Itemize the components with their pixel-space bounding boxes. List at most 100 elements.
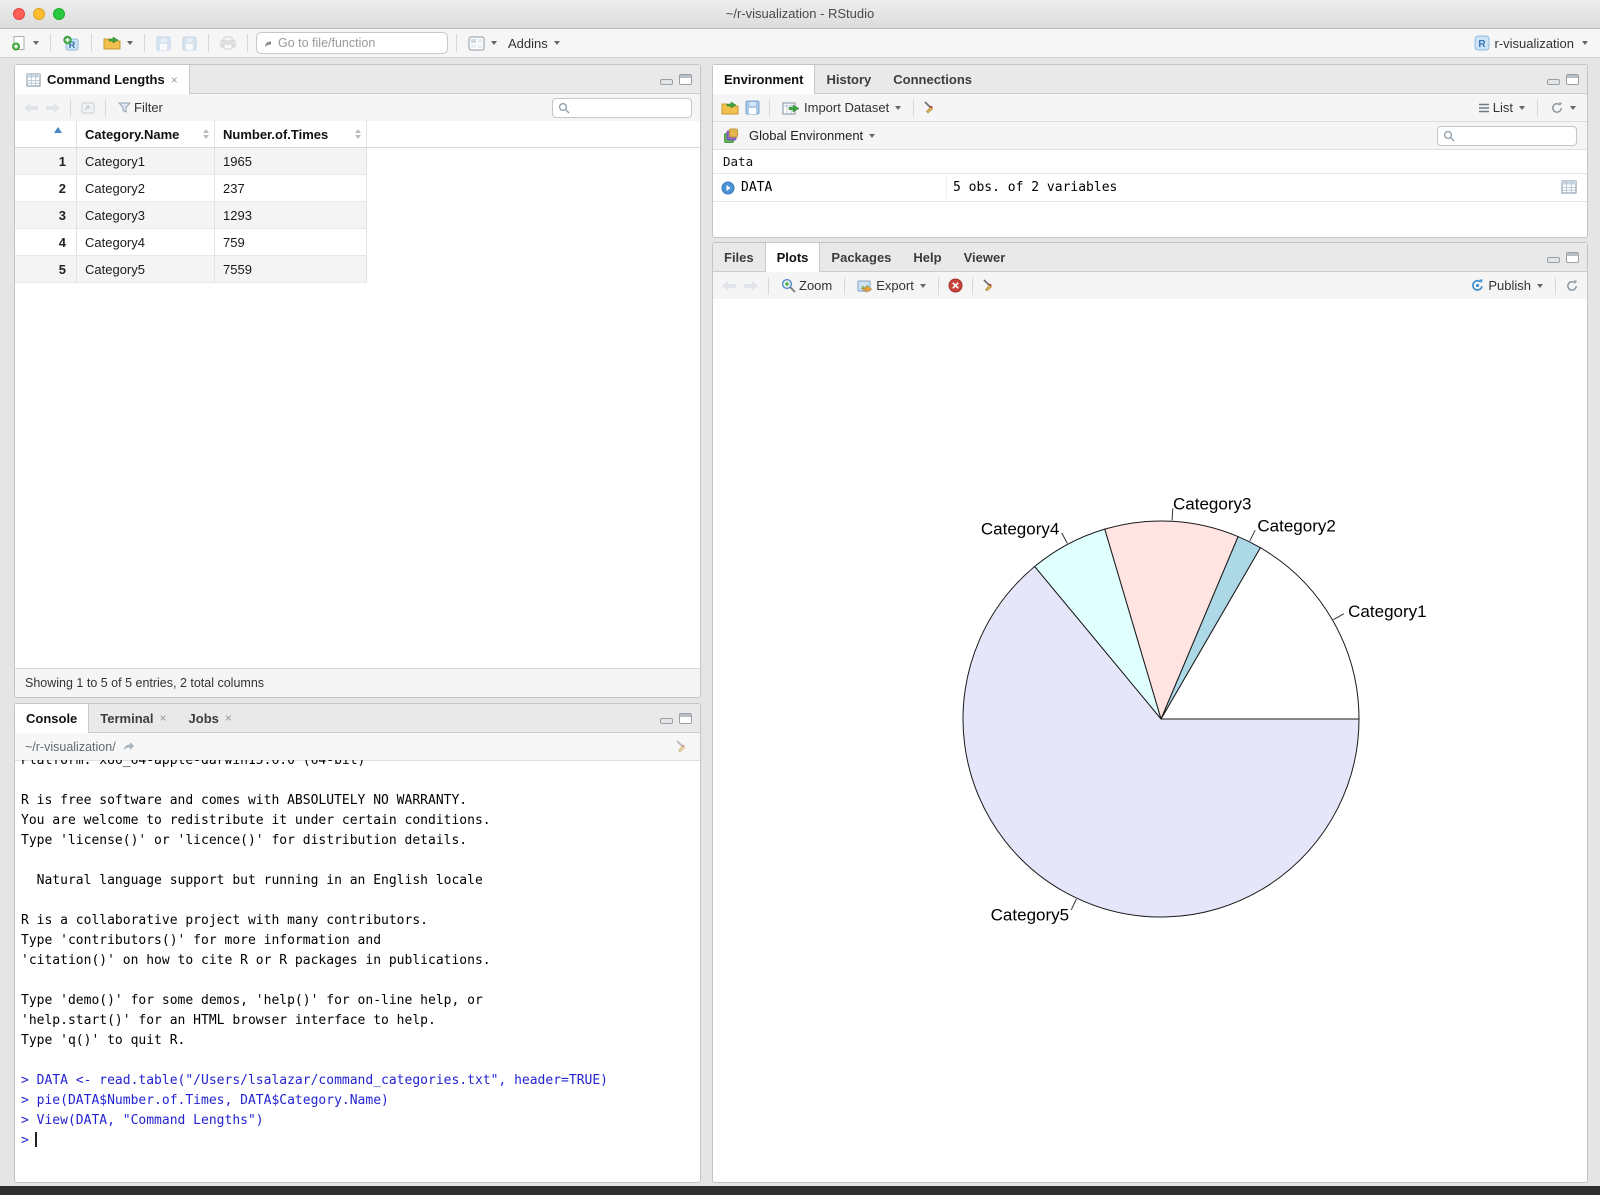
tab-terminal[interactable]: Terminal × xyxy=(89,704,177,732)
zoom-plot-button[interactable]: Zoom xyxy=(778,276,835,295)
clear-console-broom-icon[interactable] xyxy=(675,739,690,754)
tab-label: Help xyxy=(913,249,942,265)
environment-section-header: Data xyxy=(713,150,1587,174)
tab-environment[interactable]: Environment xyxy=(713,65,816,94)
minimize-pane-icon[interactable] xyxy=(1547,79,1560,85)
tab-jobs[interactable]: Jobs × xyxy=(178,704,243,732)
minimize-pane-icon[interactable] xyxy=(660,79,673,85)
chevron-down-icon xyxy=(553,41,560,45)
toolbar-separator xyxy=(50,34,51,52)
pie-label-tick xyxy=(1333,613,1345,621)
tab-help[interactable]: Help xyxy=(902,243,952,271)
save-all-button[interactable] xyxy=(179,34,200,53)
new-project-icon: R xyxy=(63,35,79,50)
export-plot-button[interactable]: Export xyxy=(854,276,929,295)
goto-file-input[interactable] xyxy=(276,35,441,51)
tab-label: Terminal xyxy=(100,710,154,726)
viewer-tabstrip: Command Lengths × xyxy=(15,65,700,94)
pie-slice-label: Category1 xyxy=(1348,602,1426,621)
tab-history[interactable]: History xyxy=(815,65,882,93)
console-output[interactable]: Platform: x86_64-apple-darwin15.6.0 (64-… xyxy=(15,760,700,1181)
tab-label: Environment xyxy=(724,72,804,87)
row-number-header[interactable] xyxy=(15,121,77,147)
tab-label: Packages xyxy=(831,249,892,265)
clear-environment-broom-icon[interactable] xyxy=(923,100,938,115)
back-icon[interactable] xyxy=(23,102,39,114)
tab-files[interactable]: Files xyxy=(713,243,765,271)
refresh-plot-icon[interactable] xyxy=(1565,279,1579,293)
tab-packages[interactable]: Packages xyxy=(820,243,902,271)
toolbar-separator xyxy=(144,34,145,52)
pie-label-tick xyxy=(1249,529,1256,542)
toolbar-separator xyxy=(70,98,71,117)
column-header-number-of-times[interactable]: Number.of.Times xyxy=(215,121,367,147)
new-file-button[interactable] xyxy=(8,33,42,53)
project-selector[interactable]: R r-visualization xyxy=(1474,35,1592,51)
print-button[interactable] xyxy=(217,34,239,52)
goto-directory-icon[interactable] xyxy=(122,741,135,752)
open-file-button[interactable] xyxy=(100,34,136,52)
console-output-line: Type 'q()' to quit R. xyxy=(21,1033,186,1048)
environment-search-box[interactable] xyxy=(1437,125,1577,146)
pane-layout-button[interactable] xyxy=(465,34,500,53)
tab-command-lengths[interactable]: Command Lengths × xyxy=(15,65,190,94)
environment-object-row[interactable]: DATA 5 obs. of 2 variables xyxy=(713,174,1587,202)
save-icon xyxy=(156,36,171,50)
view-data-grid-icon[interactable] xyxy=(1561,180,1577,194)
chevron-down-icon xyxy=(895,105,902,110)
plots-pane: Files Plots Packages Help Viewer Zoom Ex… xyxy=(712,242,1588,1183)
expand-object-icon[interactable] xyxy=(721,181,735,195)
tab-label: Plots xyxy=(776,250,809,265)
forward-icon[interactable] xyxy=(45,102,61,114)
viewer-search-box[interactable] xyxy=(552,97,692,118)
next-plot-icon[interactable] xyxy=(743,280,759,292)
project-name: r-visualization xyxy=(1494,35,1574,51)
addins-button[interactable]: Addins xyxy=(505,34,563,53)
maximize-pane-icon[interactable] xyxy=(1566,73,1579,85)
working-directory: ~/r-visualization/ xyxy=(25,739,116,754)
close-icon[interactable]: × xyxy=(160,711,167,725)
list-view-button[interactable]: List xyxy=(1475,98,1528,117)
close-icon[interactable]: × xyxy=(171,73,178,87)
table-footer-status: Showing 1 to 5 of 5 entries, 2 total col… xyxy=(15,668,700,697)
remove-plot-icon[interactable] xyxy=(948,278,963,293)
maximize-pane-icon[interactable] xyxy=(679,712,692,724)
export-label: Export xyxy=(876,278,914,293)
column-header-category-name[interactable]: Category.Name xyxy=(77,121,215,147)
clear-plots-broom-icon[interactable] xyxy=(982,278,997,293)
publish-button[interactable]: Publish xyxy=(1467,276,1546,295)
environment-scope-selector[interactable]: Global Environment xyxy=(746,126,878,145)
maximize-pane-icon[interactable] xyxy=(679,73,692,85)
refresh-environment-button[interactable] xyxy=(1547,99,1579,117)
toolbar-separator xyxy=(105,98,106,117)
table-cell: 2 xyxy=(15,175,77,201)
minimize-pane-icon[interactable] xyxy=(660,718,673,724)
close-icon[interactable]: × xyxy=(225,711,232,725)
tab-connections[interactable]: Connections xyxy=(882,65,983,93)
text-cursor xyxy=(34,1132,37,1147)
goto-file-box[interactable] xyxy=(256,32,448,54)
save-workspace-icon[interactable] xyxy=(745,100,760,115)
tab-console[interactable]: Console xyxy=(15,704,90,733)
load-workspace-icon[interactable] xyxy=(721,101,739,115)
tab-label: History xyxy=(826,71,872,87)
popout-window-icon[interactable] xyxy=(80,101,96,114)
filter-button[interactable]: Filter xyxy=(115,98,166,117)
chevron-down-icon xyxy=(1570,105,1576,110)
new-project-button[interactable]: R xyxy=(59,33,83,54)
save-button[interactable] xyxy=(153,34,174,53)
environment-tabstrip: Environment History Connections xyxy=(713,65,1587,94)
filter-label: Filter xyxy=(134,100,163,115)
tab-viewer[interactable]: Viewer xyxy=(953,243,1017,271)
previous-plot-icon[interactable] xyxy=(721,280,737,292)
maximize-pane-icon[interactable] xyxy=(1566,251,1579,263)
minimize-pane-icon[interactable] xyxy=(1547,257,1560,263)
environment-search-input[interactable] xyxy=(1459,127,1571,144)
tab-plots[interactable]: Plots xyxy=(764,243,821,272)
console-output-line: Type 'license()' or 'licence()' for dist… xyxy=(21,833,468,848)
import-dataset-button[interactable]: Import Dataset xyxy=(779,98,904,117)
sort-icon xyxy=(355,129,361,139)
viewer-search-input[interactable] xyxy=(574,99,686,116)
